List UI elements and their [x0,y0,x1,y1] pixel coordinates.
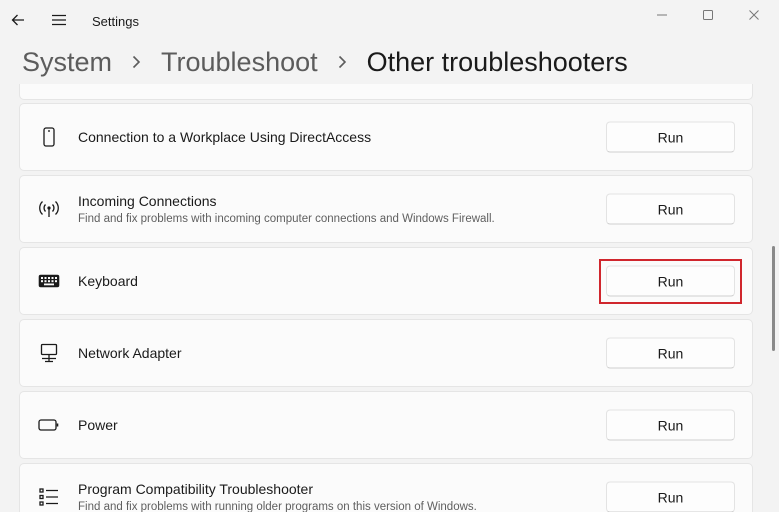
network-monitor-icon [38,342,60,364]
hamburger-menu-icon [52,14,66,26]
battery-icon [38,414,60,436]
troubleshooter-item-power: Power Run [19,391,753,459]
troubleshooter-item-program-compatibility: Program Compatibility Troubleshooter Fin… [19,463,753,512]
vertical-scrollbar[interactable] [772,246,775,351]
run-button-program-compatibility[interactable]: Run [606,481,735,512]
troubleshooter-item-directaccess: Connection to a Workplace Using DirectAc… [19,103,753,171]
menu-button[interactable] [45,6,73,34]
title-bar: Settings [0,0,779,44]
troubleshooter-item-incoming-connections: Incoming Connections Find and fix proble… [19,175,753,243]
troubleshooter-title: Connection to a Workplace Using DirectAc… [78,129,372,145]
list-icon [38,486,60,508]
troubleshooter-title: Incoming Connections [78,193,217,209]
maximize-button[interactable] [685,0,731,30]
breadcrumb-system[interactable]: System [22,47,112,78]
back-button[interactable] [4,6,32,34]
run-button-directaccess[interactable]: Run [606,121,735,153]
troubleshooter-title: Keyboard [78,273,138,289]
signal-broadcast-icon [38,198,60,220]
run-button-power[interactable]: Run [606,409,735,441]
chevron-right-icon [338,55,347,69]
close-icon [749,10,759,20]
partial-list-item [19,84,753,100]
maximize-icon [703,10,713,20]
minimize-button[interactable] [639,0,685,30]
breadcrumb-troubleshoot[interactable]: Troubleshoot [161,47,318,78]
run-button-incoming-connections[interactable]: Run [606,193,735,225]
back-arrow-icon [11,14,24,26]
troubleshooter-description: Find and fix problems with running older… [78,501,477,512]
minimize-icon [657,14,667,16]
troubleshooter-title: Power [78,417,118,433]
close-button[interactable] [731,0,777,30]
page-title: Other troubleshooters [366,46,628,77]
keyboard-icon [38,270,60,292]
run-button-network-adapter[interactable]: Run [606,337,735,369]
phone-device-icon [38,126,60,148]
troubleshooter-item-network-adapter: Network Adapter Run [19,319,753,387]
chevron-right-icon [132,55,141,69]
run-button-keyboard[interactable]: Run [606,265,735,297]
troubleshooter-item-keyboard: Keyboard Run [19,247,753,315]
troubleshooter-description: Find and fix problems with incoming comp… [78,213,495,225]
window-title: Settings [92,14,139,29]
troubleshooter-title: Network Adapter [78,345,182,361]
breadcrumb: System Troubleshoot Other troubleshooter… [22,42,628,82]
troubleshooter-title: Program Compatibility Troubleshooter [78,481,313,497]
